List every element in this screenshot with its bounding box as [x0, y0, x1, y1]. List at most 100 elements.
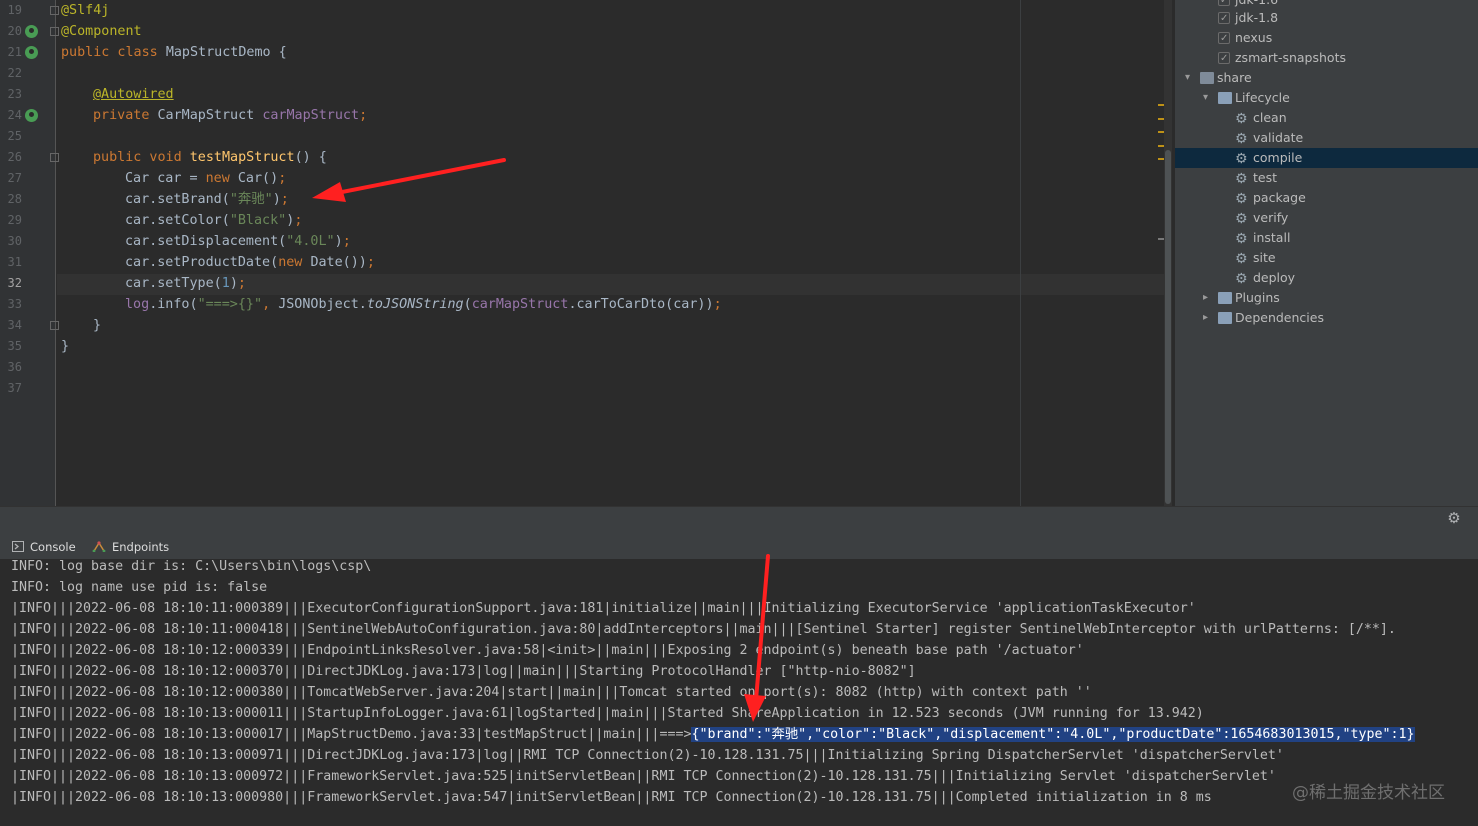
maven-item-label: jdk-1.8 [1235, 10, 1279, 25]
maven-item-label: package [1253, 190, 1306, 205]
line-number: 21 [7, 45, 22, 59]
string-literal: "===>{}" [197, 297, 263, 312]
maven-item-validate[interactable]: ⚙ validate [1175, 128, 1478, 148]
checkbox-icon[interactable] [1218, 9, 1230, 29]
static-method: toJSONString [366, 297, 464, 312]
maven-item-package[interactable]: ⚙ package [1175, 188, 1478, 208]
chevron-down-icon[interactable]: ▾ [1203, 93, 1213, 103]
code-line: Car car = new Car(); [125, 168, 286, 189]
maven-item-label: site [1253, 250, 1276, 265]
maven-item-test[interactable]: ⚙ test [1175, 168, 1478, 188]
right-margin-guide [1020, 0, 1021, 506]
semicolon: ; [713, 297, 722, 312]
maven-item-lifecycle[interactable]: ▾ Lifecycle [1175, 88, 1478, 108]
checkbox-icon[interactable] [1218, 49, 1230, 69]
maven-item-share[interactable]: ▾ share [1175, 68, 1478, 88]
lifecycle-gear-icon: ⚙ [1235, 171, 1248, 187]
maven-tool-window[interactable]: jdk-1.6jdk-1.8nexuszsmart-snapshots▾shar… [1174, 0, 1478, 506]
maven-item-site[interactable]: ⚙ site [1175, 248, 1478, 268]
fold-marker-icon[interactable] [50, 6, 59, 15]
code-text: Date()) [310, 255, 367, 270]
code-line: car.setDisplacement("4.0L"); [125, 231, 351, 252]
keyword: public class [61, 45, 166, 60]
class-name: MapStructDemo { [165, 45, 287, 60]
maven-item-plugins[interactable]: ▸ Plugins [1175, 288, 1478, 308]
chevron-right-icon[interactable]: ▸ [1203, 293, 1213, 303]
chevron-down-icon[interactable]: ▾ [1185, 73, 1195, 83]
fold-marker-icon[interactable] [50, 27, 59, 36]
code-text: () { [294, 150, 327, 165]
console-output[interactable]: INFO: log base dir is: C:\Users\bin\logs… [0, 560, 1478, 826]
spring-bean-icon[interactable] [25, 25, 38, 38]
semicolon: ; [359, 108, 368, 123]
code-text: JSONObject. [278, 297, 367, 312]
annotation: @Slf4j [61, 3, 110, 18]
code-text: Car car = [125, 171, 206, 186]
maven-item-install[interactable]: ⚙ install [1175, 228, 1478, 248]
console-line: |INFO|||2022-06-08 18:10:13:000017|||Map… [11, 724, 1415, 745]
chevron-right-icon[interactable]: ▸ [1203, 313, 1213, 323]
console-icon [12, 541, 24, 552]
code-text: ) [229, 276, 238, 291]
code-text: .carToCarDto(car)) [568, 297, 714, 312]
console-line: |INFO|||2022-06-08 18:10:11:000389|||Exe… [11, 601, 1196, 616]
line-number: 23 [7, 87, 22, 101]
selected-json-output[interactable]: {"brand":"奔驰","color":"Black","displacem… [691, 727, 1415, 742]
code-line: car.setType(1); [125, 273, 246, 294]
maven-item-label: zsmart-snapshots [1235, 50, 1346, 65]
code-line: public void testMapStruct() { [93, 147, 327, 168]
maven-item-nexus[interactable]: nexus [1175, 28, 1478, 49]
keyword: new [278, 255, 311, 270]
console-log-prefix: |INFO|||2022-06-08 18:10:13:000017|||Map… [11, 727, 692, 742]
code-line: car.setColor("Black"); [125, 210, 302, 231]
maven-item-label: Lifecycle [1235, 90, 1290, 105]
code-line: } [93, 315, 101, 336]
maven-item-verify[interactable]: ⚙ verify [1175, 208, 1478, 228]
code-text: } [61, 339, 70, 354]
maven-item-jdk-1-8[interactable]: jdk-1.8 [1175, 8, 1478, 29]
line-number: 24 [7, 108, 22, 122]
folder-icon [1218, 292, 1232, 304]
maven-item-compile[interactable]: ⚙ compile [1175, 148, 1478, 168]
comma: , [262, 297, 279, 312]
maven-item-dependencies[interactable]: ▸ Dependencies [1175, 308, 1478, 328]
lifecycle-gear-icon: ⚙ [1235, 271, 1248, 287]
string-literal: "4.0L" [286, 234, 335, 249]
maven-item-deploy[interactable]: ⚙ deploy [1175, 268, 1478, 288]
line-number: 25 [7, 129, 22, 143]
autowired-bean-icon[interactable] [25, 109, 38, 122]
semicolon: ; [237, 276, 246, 291]
keyword: public void [93, 150, 190, 165]
checkbox-icon[interactable] [1218, 29, 1230, 49]
maven-item-label: deploy [1253, 270, 1296, 285]
editor-scrollbar-thumb[interactable] [1165, 150, 1171, 504]
watermark: @稀土掘金技术社区 [1292, 783, 1445, 803]
code-line: car.setBrand("奔驰"); [125, 189, 289, 210]
settings-gear-icon[interactable]: ⚙ [1446, 510, 1462, 526]
string-literal: "Black" [229, 213, 287, 228]
fold-marker-icon[interactable] [50, 153, 59, 162]
folder-icon [1218, 92, 1232, 104]
maven-item-label: test [1253, 170, 1278, 185]
code-line: public class MapStructDemo { [61, 42, 287, 63]
line-number: 19 [7, 3, 22, 17]
code-text: car.setDisplacement( [125, 234, 287, 249]
maven-item-zsmart-snapshots[interactable]: zsmart-snapshots [1175, 48, 1478, 69]
code-line: private CarMapStruct carMapStruct; [93, 105, 367, 126]
code-text: car.setProductDate( [125, 255, 279, 270]
code-text: ( [463, 297, 472, 312]
fold-marker-icon[interactable] [50, 321, 59, 330]
checkbox-icon[interactable] [1218, 0, 1230, 11]
console-line: |INFO|||2022-06-08 18:10:13:000971|||Dir… [11, 748, 1284, 763]
spring-bean-icon[interactable] [25, 46, 38, 59]
console-line: |INFO|||2022-06-08 18:10:13:000972|||Fra… [11, 769, 1276, 784]
code-text: car.setColor( [125, 213, 230, 228]
maven-item-label: share [1217, 70, 1252, 85]
line-number: 30 [7, 234, 22, 248]
semicolon: ; [366, 255, 375, 270]
code-line: log.info("===>{}", JSONObject.toJSONStri… [125, 294, 722, 315]
semicolon: ; [342, 234, 351, 249]
code-editor[interactable]: 19 20 21 22 23 24 25 26 27 28 29 30 31 32 33 34 35 36 37 @… [0, 0, 1172, 506]
maven-item-label: clean [1253, 110, 1287, 125]
maven-item-clean[interactable]: ⚙ clean [1175, 108, 1478, 128]
